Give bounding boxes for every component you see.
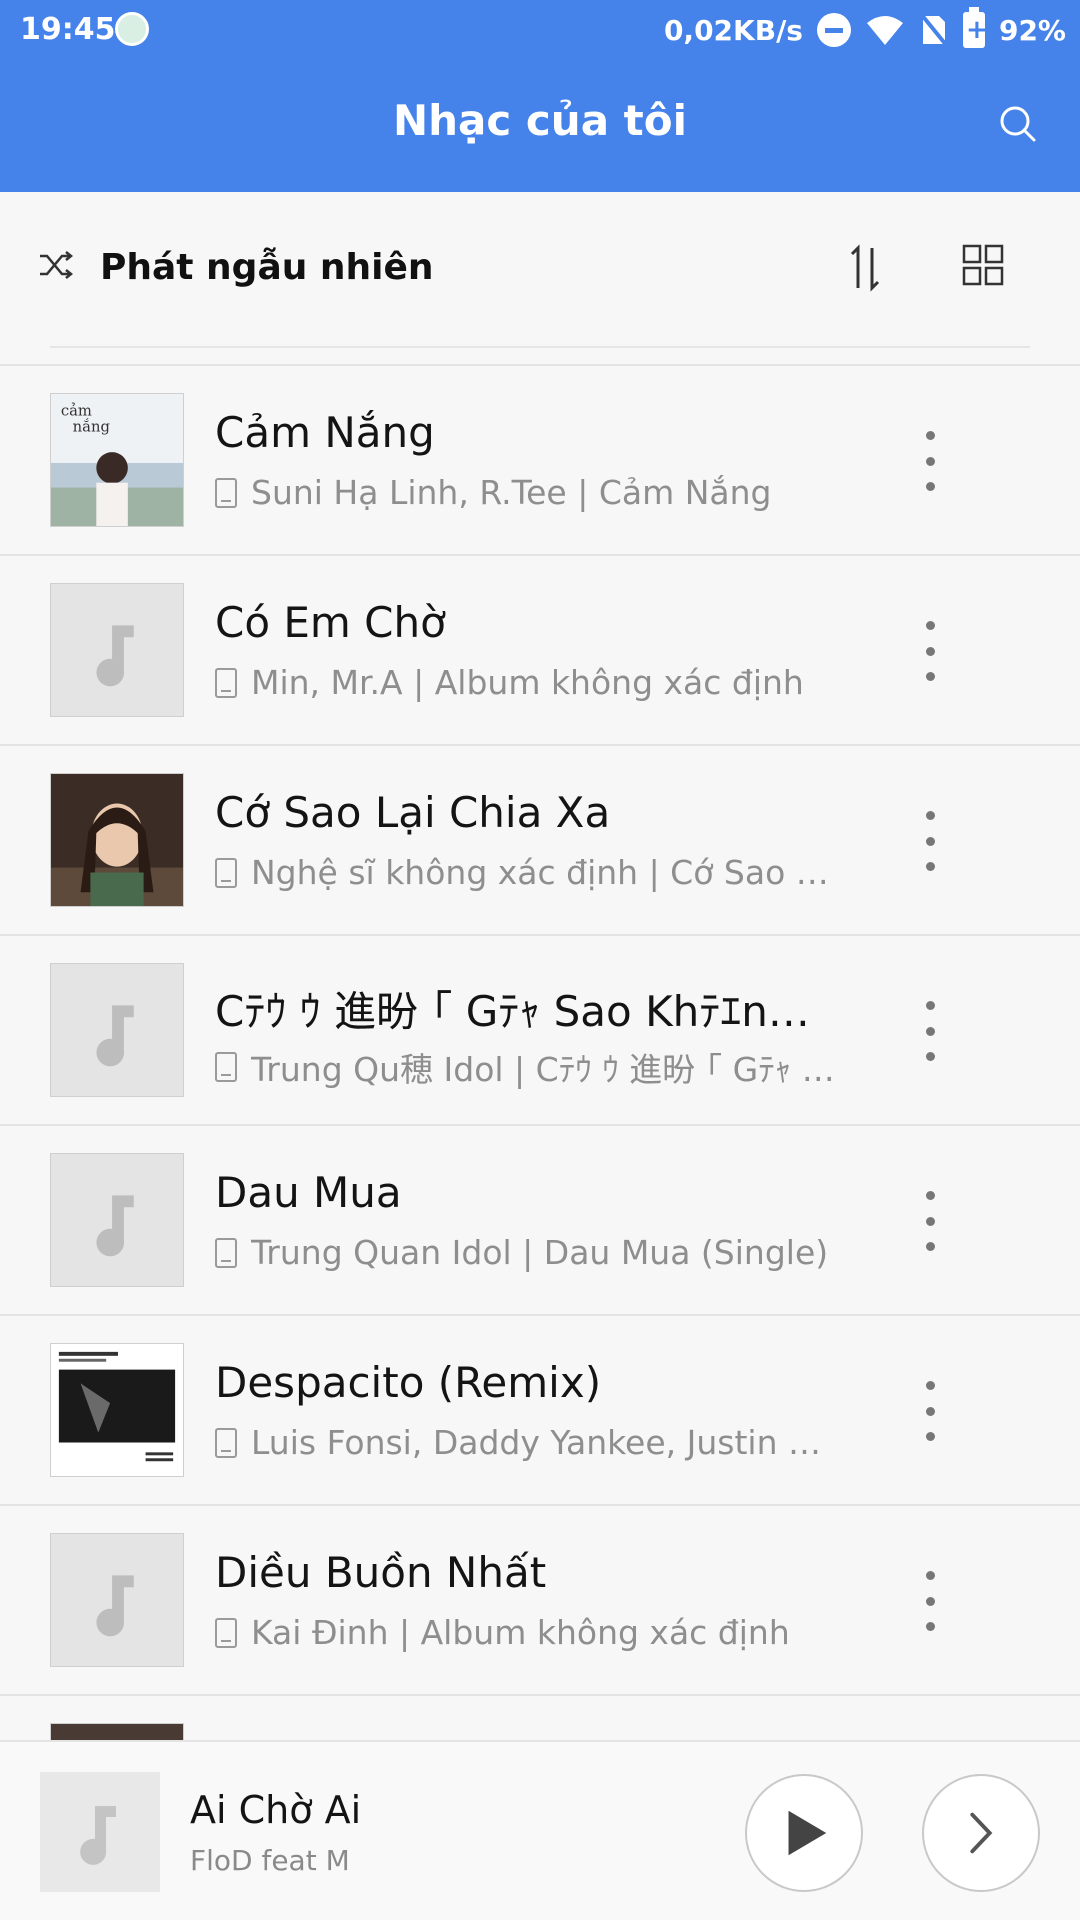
no-sim-icon bbox=[919, 12, 949, 48]
local-file-icon bbox=[215, 1237, 237, 1268]
music-note-placeholder-icon bbox=[50, 1153, 184, 1287]
status-time: 19:45 bbox=[20, 12, 116, 47]
song-title: Despacito (Remix) bbox=[215, 1358, 602, 1407]
local-file-icon bbox=[215, 1617, 237, 1648]
song-row[interactable]: cảm nắng Cảm Nắng Suni Hạ Linh, R.Tee | … bbox=[0, 364, 1080, 554]
song-artist-album: Suni Hạ Linh, R.Tee | Cảm Nắng bbox=[251, 473, 772, 512]
song-row-partial[interactable] bbox=[0, 1694, 1080, 1740]
shuffle-icon[interactable] bbox=[38, 247, 74, 283]
page-title: Nhạc của tôi bbox=[393, 96, 687, 145]
song-meta: Luis Fonsi, Daddy Yankee, Justin B... bbox=[215, 1423, 841, 1462]
song-meta: Trung Quan Idol | Dau Mua (Single) bbox=[215, 1233, 828, 1272]
song-artist-album: Min, Mr.A | Album không xác định bbox=[251, 663, 804, 702]
battery-icon bbox=[962, 7, 988, 48]
song-row[interactable]: Despacito (Remix) Luis Fonsi, Daddy Yank… bbox=[0, 1314, 1080, 1504]
shuffle-play-button[interactable]: Phát ngẫu nhiên bbox=[100, 247, 434, 288]
more-options-icon[interactable] bbox=[908, 1181, 952, 1261]
song-title: Dau Mua bbox=[215, 1168, 402, 1217]
more-options-icon[interactable] bbox=[908, 421, 952, 501]
more-options-icon[interactable] bbox=[908, 991, 952, 1071]
song-title: Cﾃｳ ｳ 進昐 ｢ Gﾃｬ Sao Khﾃｴng... bbox=[215, 987, 815, 1036]
music-note-placeholder-icon bbox=[50, 583, 184, 717]
more-options-icon[interactable] bbox=[908, 1371, 952, 1451]
song-title: Cảm Nắng bbox=[215, 408, 435, 457]
song-artist-album: Nghệ sĩ không xác định | Cớ Sao L... bbox=[251, 853, 841, 892]
sort-icon[interactable] bbox=[842, 244, 890, 292]
album-art-partial bbox=[50, 1723, 184, 1740]
song-artist-album: Luis Fonsi, Daddy Yankee, Justin B... bbox=[251, 1423, 841, 1462]
local-file-icon bbox=[215, 857, 237, 888]
search-icon[interactable] bbox=[996, 102, 1040, 146]
song-artist-album: Trung Quan Idol | Dau Mua (Single) bbox=[251, 1233, 829, 1272]
song-row[interactable]: Cớ Sao Lại Chia Xa Nghệ sĩ không xác địn… bbox=[0, 744, 1080, 934]
song-meta: Suni Hạ Linh, R.Tee | Cảm Nắng bbox=[215, 473, 772, 512]
song-title: Cớ Sao Lại Chia Xa bbox=[215, 788, 611, 837]
song-meta: Kai Đinh | Album không xác định bbox=[215, 1613, 790, 1652]
more-options-icon[interactable] bbox=[908, 801, 952, 881]
grid-view-icon[interactable] bbox=[962, 244, 1004, 286]
song-meta: Nghệ sĩ không xác định | Cớ Sao L... bbox=[215, 853, 841, 892]
album-art-despacito bbox=[50, 1343, 184, 1477]
song-meta: Trung Qu穂 Idol | Cﾃｳ ｳ 進昐 ｢ Gﾃｬ S... bbox=[215, 1043, 841, 1091]
svg-text:nắng: nắng bbox=[73, 417, 111, 435]
song-row[interactable]: Dau Mua Trung Quan Idol | Dau Mua (Singl… bbox=[0, 1124, 1080, 1314]
local-file-icon bbox=[215, 1052, 237, 1082]
next-button[interactable] bbox=[922, 1774, 1040, 1892]
list-toolbar: Phát ngẫu nhiên bbox=[0, 192, 1080, 348]
local-file-icon bbox=[215, 477, 237, 508]
song-row[interactable]: Có Em Chờ Min, Mr.A | Album không xác đị… bbox=[0, 554, 1080, 744]
song-meta: Min, Mr.A | Album không xác định bbox=[215, 663, 804, 702]
music-note-placeholder-icon bbox=[50, 963, 184, 1097]
do-not-disturb-icon bbox=[816, 13, 851, 47]
notification-app-icon bbox=[115, 12, 149, 46]
song-row[interactable]: Cﾃｳ ｳ 進昐 ｢ Gﾃｬ Sao Khﾃｴng... Trung Qu穂 I… bbox=[0, 934, 1080, 1124]
status-icons: 0,02KB/s 92% bbox=[663, 7, 1066, 50]
play-button[interactable] bbox=[745, 1774, 863, 1892]
more-options-icon[interactable] bbox=[908, 611, 952, 691]
song-row[interactable]: Diều Buồn Nhất Kai Đinh | Album không xá… bbox=[0, 1504, 1080, 1694]
app-bar: Nhạc của tôi bbox=[0, 62, 1080, 192]
song-artist-album: Kai Đinh | Album không xác định bbox=[251, 1613, 790, 1652]
battery-percent: 92% bbox=[998, 13, 1066, 47]
svg-text:cảm: cảm bbox=[61, 403, 92, 420]
now-playing-title: Ai Chờ Ai bbox=[190, 1788, 362, 1832]
song-title: Diều Buồn Nhất bbox=[215, 1548, 547, 1597]
music-note-placeholder-icon bbox=[40, 1772, 160, 1892]
divider bbox=[50, 346, 1030, 348]
now-playing-artist: FloD feat M bbox=[190, 1844, 350, 1877]
album-art-cam-nang: cảm nắng bbox=[50, 393, 184, 527]
more-options-icon[interactable] bbox=[908, 1561, 952, 1641]
local-file-icon bbox=[215, 1427, 237, 1458]
local-file-icon bbox=[215, 667, 237, 698]
now-playing-bar[interactable]: Ai Chờ Ai FloD feat M bbox=[0, 1740, 1080, 1920]
wifi-icon bbox=[866, 16, 903, 45]
song-list: cảm nắng Cảm Nắng Suni Hạ Linh, R.Tee | … bbox=[0, 364, 1080, 1740]
album-art-portrait bbox=[50, 773, 184, 907]
song-title: Có Em Chờ bbox=[215, 598, 446, 647]
music-note-placeholder-icon bbox=[50, 1533, 184, 1667]
network-speed: 0,02KB/s bbox=[663, 13, 803, 47]
status-bar: 19:45 0,02KB/s 92% bbox=[0, 0, 1080, 62]
song-artist-album: Trung Qu穂 Idol | Cﾃｳ ｳ 進昐 ｢ Gﾃｬ S... bbox=[251, 1050, 841, 1089]
